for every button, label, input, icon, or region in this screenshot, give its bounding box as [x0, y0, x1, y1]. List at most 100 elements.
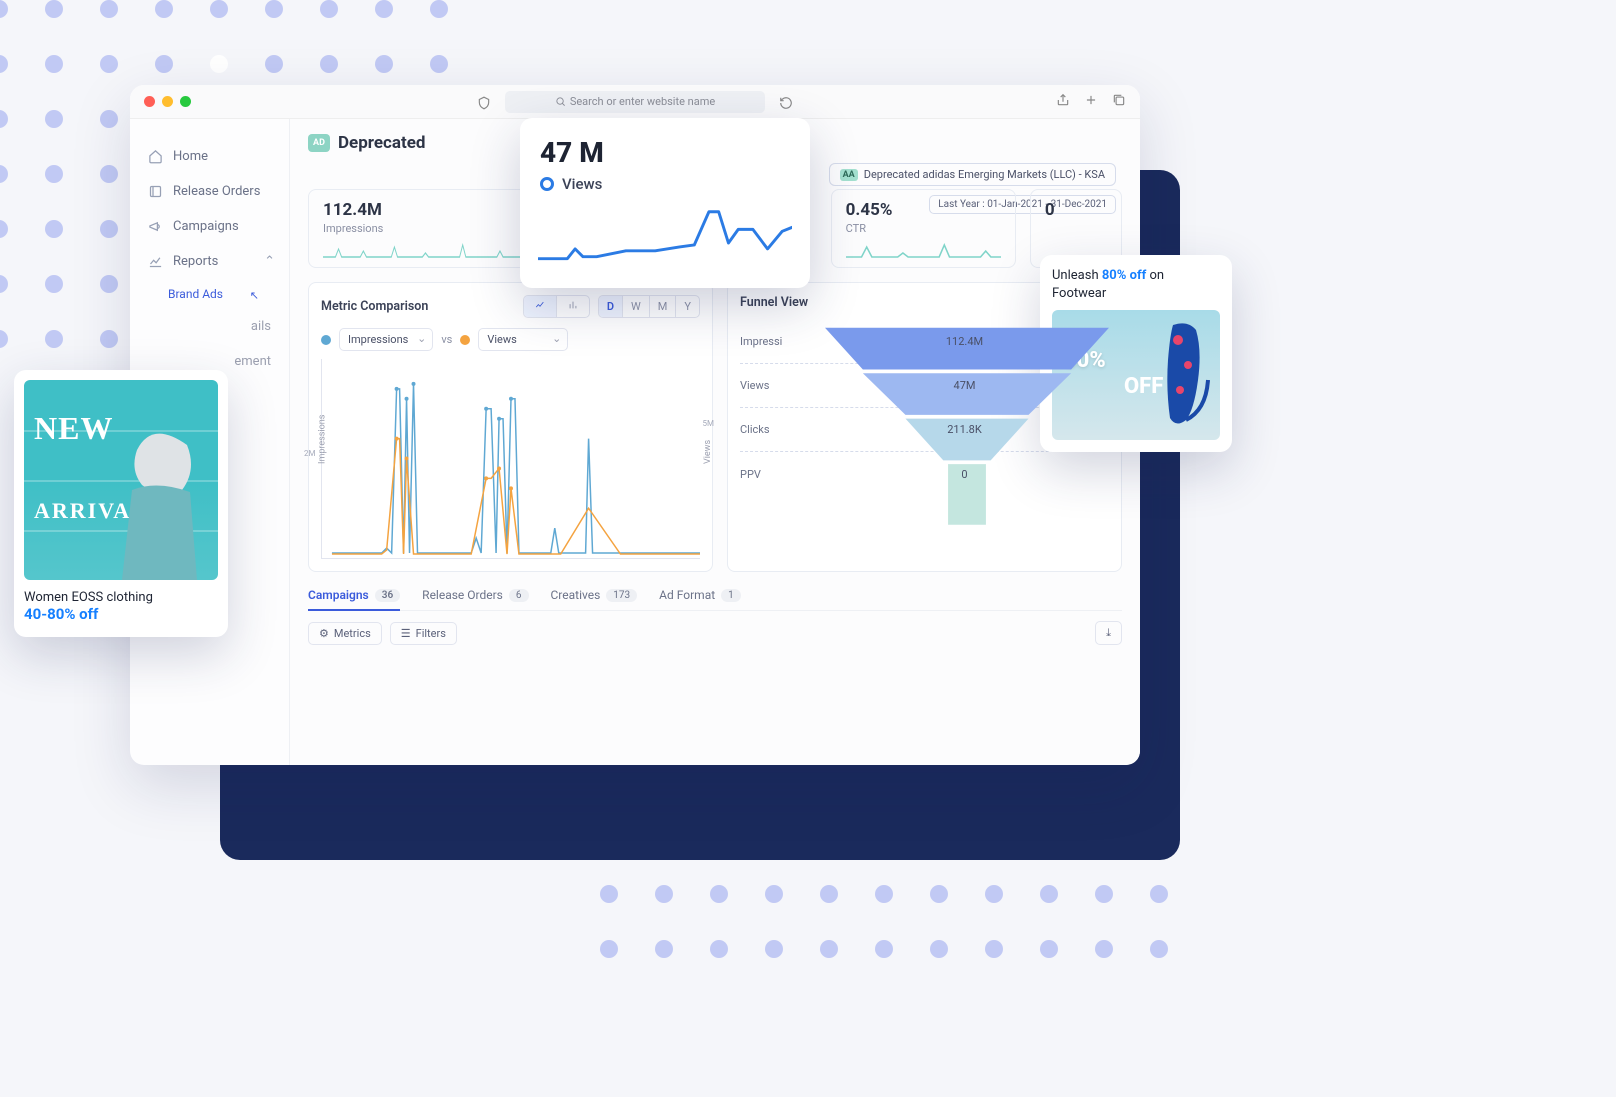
- line-chart-toggle[interactable]: [524, 296, 557, 317]
- promo-head-accent: 80% off: [1102, 268, 1146, 283]
- sidebar-item-label: Brand Ads: [168, 287, 223, 301]
- tab-label: Creatives: [551, 588, 601, 602]
- views-label: Views: [562, 175, 602, 193]
- chart-type-toggle: [523, 295, 590, 318]
- download-icon: ⤓: [1106, 626, 1111, 640]
- sidebar-item-truncated[interactable]: ails: [130, 309, 289, 344]
- megaphone-icon: [148, 219, 163, 234]
- y-axis-right-label: Views: [703, 439, 713, 463]
- promo-head-a: Unleash: [1052, 268, 1102, 283]
- home-icon: [148, 149, 163, 164]
- browser-chrome: Search or enter website name: [130, 85, 1140, 119]
- views-value: 47 M: [540, 136, 790, 169]
- tab-count: 36: [375, 589, 400, 602]
- share-button[interactable]: [1056, 93, 1070, 111]
- sidebar-item-label: Campaigns: [173, 219, 239, 234]
- window-close-button[interactable]: [144, 96, 155, 107]
- metrics-button[interactable]: ⚙ Metrics: [308, 622, 382, 645]
- kpi-label: CTR: [846, 222, 1001, 235]
- promo-card-women-eoss[interactable]: NEW ARRIVAL Women EOSS clothing 40-80% o…: [14, 370, 228, 637]
- address-bar[interactable]: Search or enter website name: [505, 91, 765, 113]
- chevron-up-icon: ⌃: [264, 254, 275, 269]
- funnel-stage-value: 211.8K: [947, 423, 982, 436]
- funnel-stage-label: PPV: [740, 468, 820, 481]
- new-tab-button[interactable]: [1084, 93, 1098, 111]
- privacy-shield-icon: [477, 95, 491, 109]
- views-sparkline: [538, 202, 792, 272]
- controls-row: ⚙ Metrics ☰ Filters ⤓: [308, 621, 1122, 645]
- promo-subtitle: 40-80% off: [24, 605, 218, 623]
- window-minimize-button[interactable]: [162, 96, 173, 107]
- org-badge: AA: [840, 169, 858, 181]
- search-icon: [555, 96, 566, 107]
- y-axis-left-label: Impressions: [318, 414, 328, 463]
- org-name: Deprecated adidas Emerging Markets (LLC)…: [864, 168, 1105, 181]
- refresh-button[interactable]: [779, 95, 793, 109]
- ad-badge: AD: [308, 134, 330, 152]
- metric-a-select[interactable]: Impressions: [339, 328, 433, 351]
- download-button[interactable]: ⤓: [1095, 621, 1122, 645]
- promo-title: Women EOSS clothing: [24, 590, 218, 605]
- funnel-stage-value: 47M: [954, 379, 976, 392]
- promo-image: NEW ARRIVAL: [24, 380, 218, 580]
- page-title: AD Deprecated: [308, 133, 426, 153]
- shoe-illustration: [1158, 320, 1214, 430]
- time-m[interactable]: M: [650, 296, 677, 317]
- time-w[interactable]: W: [623, 296, 650, 317]
- panel-title: Metric Comparison: [321, 299, 428, 314]
- tab-campaigns[interactable]: Campaigns 36: [308, 588, 400, 611]
- funnel-stage-value: 112.4M: [946, 335, 983, 348]
- sidebar-item-label: Home: [173, 149, 208, 164]
- metric-a-value: Impressions: [348, 333, 408, 346]
- sidebar-item-label: Reports: [173, 254, 218, 269]
- metric-b-select[interactable]: Views: [478, 328, 568, 351]
- sidebar-item-release-orders[interactable]: Release Orders: [130, 174, 289, 209]
- bar-chart-icon: [567, 300, 579, 310]
- tabs-overview-button[interactable]: [1112, 93, 1126, 111]
- metric-comparison-chart: Impressions Views 2M 5M: [321, 359, 700, 559]
- funnel-view-panel: Funnel View Impressi 112.4M: [727, 282, 1122, 572]
- sidebar-item-reports[interactable]: Reports ⌃: [130, 244, 289, 279]
- time-d[interactable]: D: [599, 296, 623, 317]
- sidebar-item-campaigns[interactable]: Campaigns: [130, 209, 289, 244]
- filters-button[interactable]: ☰ Filters: [390, 622, 457, 645]
- funnel-stage-label: Views: [740, 379, 820, 392]
- tab-label: Ad Format: [659, 588, 715, 602]
- window-maximize-button[interactable]: [180, 96, 191, 107]
- chart-line-icon: [148, 254, 163, 269]
- metric-b-value: Views: [487, 333, 516, 346]
- sidebar-sub-brand-ads[interactable]: Brand Ads ↖: [130, 279, 289, 309]
- metric-comparison-panel: Metric Comparison D W M Y: [308, 282, 713, 572]
- metrics-label: Metrics: [334, 627, 371, 640]
- tab-label: Release Orders: [422, 588, 503, 602]
- tab-count: 173: [606, 589, 637, 602]
- time-y[interactable]: Y: [676, 296, 699, 317]
- cursor-icon: ↖: [250, 289, 259, 302]
- y-axis-right-tick: 5M: [703, 419, 714, 428]
- views-summary-card: 47 M Views: [520, 118, 810, 288]
- sidebar-item-home[interactable]: Home: [130, 139, 289, 174]
- kpi-card-ctr[interactable]: 0.45% CTR: [831, 189, 1016, 268]
- org-selector[interactable]: AA Deprecated adidas Emerging Markets (L…: [829, 163, 1116, 186]
- series-b-color-dot: [460, 335, 470, 345]
- kpi-value: 0.45%: [846, 200, 1001, 220]
- bar-chart-toggle[interactable]: [557, 296, 589, 317]
- page-title-text: Deprecated: [338, 133, 426, 153]
- person-illustration: [102, 430, 212, 580]
- address-bar-placeholder: Search or enter website name: [570, 95, 715, 108]
- vs-label: vs: [441, 333, 452, 346]
- kpi-value: 0: [1045, 200, 1107, 220]
- tab-label: Campaigns: [308, 588, 369, 602]
- orders-icon: [148, 184, 163, 199]
- funnel-stage-label: Clicks: [740, 423, 820, 436]
- gear-icon: ⚙: [319, 627, 329, 640]
- series-a-color-dot: [321, 335, 331, 345]
- promo-headline: Unleash 80% off on Footwear: [1052, 267, 1220, 302]
- sidebar-item-label: Release Orders: [173, 184, 260, 199]
- tab-creatives[interactable]: Creatives 173: [551, 588, 638, 602]
- filters-label: Filters: [416, 627, 446, 640]
- tab-release-orders[interactable]: Release Orders 6: [422, 588, 528, 602]
- tab-ad-format[interactable]: Ad Format 1: [659, 588, 741, 602]
- funnel-stage-value: 0: [961, 468, 967, 481]
- filter-icon: ☰: [401, 627, 411, 640]
